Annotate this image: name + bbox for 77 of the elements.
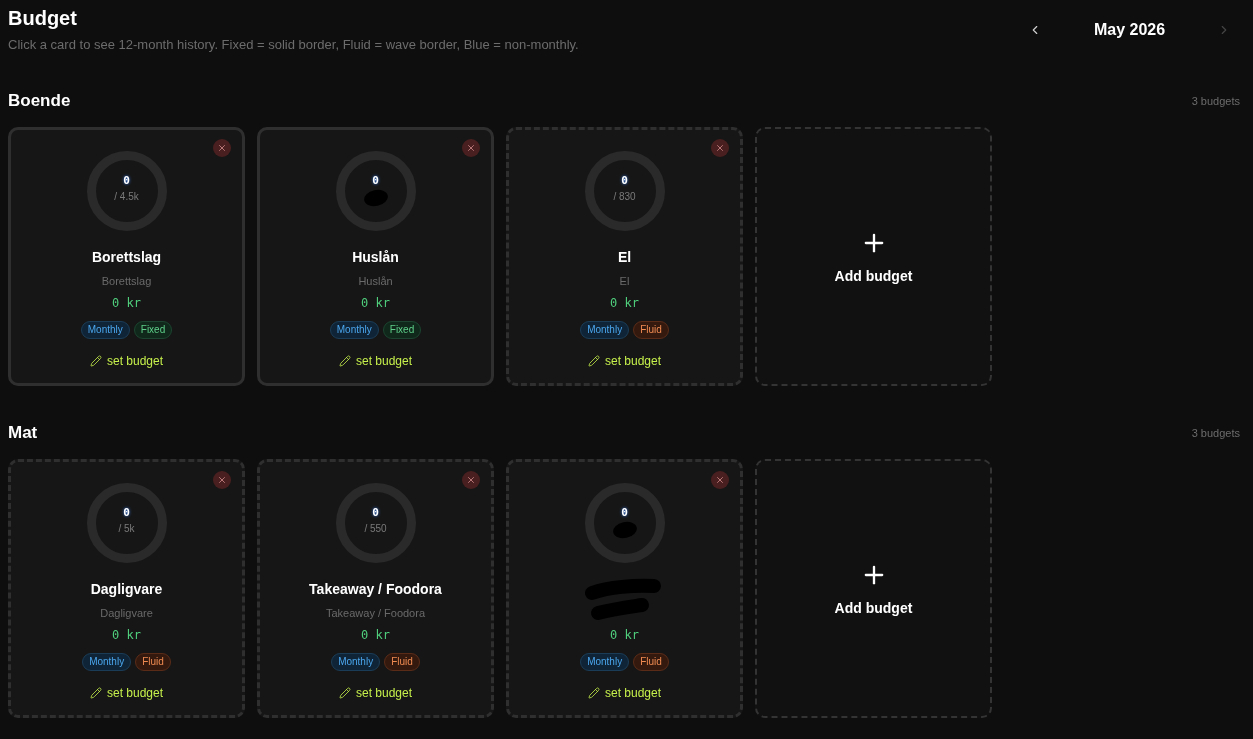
tag: Fixed [133, 321, 173, 339]
amount-value: 0 kr [361, 627, 390, 643]
amount-value: 0 kr [112, 627, 141, 643]
add-budget-card[interactable]: Add budget [755, 127, 992, 386]
budget-card[interactable]: 0 / 5k Dagligvare Dagligvare 0 kr Monthly Fluid set budget [8, 459, 245, 718]
tag: Monthly [82, 653, 132, 671]
budget-title: El [617, 248, 632, 267]
section-title: Mat [8, 422, 38, 444]
close-button[interactable] [462, 471, 480, 489]
close-icon [715, 143, 725, 153]
pencil-icon [89, 687, 102, 699]
set-budget-link[interactable]: set budget [587, 352, 661, 370]
tag: Monthly [331, 653, 381, 671]
close-button[interactable] [711, 139, 729, 157]
budget-title: Takeaway / Foodora [309, 580, 442, 599]
budget-card[interactable]: 0 / 4.5k Borettslag Borettslag 0 kr Monthly Fixed set budget [8, 127, 245, 386]
budget-card[interactable]: 0 / 550 Takeaway / Foodora Takeaway / Foodora 0 kr Monthly Fluid set budget [257, 459, 494, 718]
tag: Fluid [633, 653, 669, 671]
close-button[interactable] [213, 471, 231, 489]
add-budget-card[interactable]: Add budget [755, 459, 992, 718]
budget-title: Huslån [352, 248, 399, 267]
budget-card[interactable]: 0 Huslån Huslån 0 kr Monthly Fixed set budget [257, 127, 494, 386]
pencil-icon [587, 355, 600, 367]
pencil-icon [89, 355, 102, 367]
month-label: May 2026 [1092, 20, 1167, 40]
budget-card[interactable]: 0 / 830 El El 0 kr Monthly Fluid set budget [506, 127, 743, 386]
pencil-icon [338, 687, 351, 699]
set-budget-link[interactable]: set budget [89, 352, 163, 370]
amount-value: 0 kr [112, 295, 141, 311]
close-icon [466, 475, 476, 485]
set-budget-link[interactable]: set budget [338, 352, 412, 370]
spent-value: 0 [372, 174, 379, 187]
limit-value: / 5k [118, 523, 135, 535]
close-icon [715, 475, 725, 485]
tag: Fluid [633, 321, 669, 339]
amount-value: 0 kr [361, 295, 390, 311]
budget-count: 3 budgets [1191, 426, 1240, 441]
set-budget-link[interactable]: set budget [587, 684, 661, 702]
spent-value: 0 [123, 174, 130, 187]
set-budget-link[interactable]: set budget [89, 684, 163, 702]
limit-value: / 550 [364, 523, 387, 535]
budget-card[interactable]: 0 0 kr Monthly Fluid set budget [506, 459, 743, 718]
close-button[interactable] [462, 139, 480, 157]
tag: Fluid [135, 653, 171, 671]
limit-value: / 4.5k [114, 191, 139, 203]
page-title: Budget [8, 6, 78, 30]
tag: Monthly [580, 653, 630, 671]
amount-value: 0 kr [610, 295, 639, 311]
set-budget-link[interactable]: set budget [338, 684, 412, 702]
tag: Monthly [580, 321, 630, 339]
budget-subtitle: El [619, 274, 630, 289]
budget-title: Borettslag [91, 248, 162, 267]
tag: Fluid [384, 653, 420, 671]
close-button[interactable] [711, 471, 729, 489]
close-icon [466, 143, 476, 153]
pencil-icon [587, 687, 600, 699]
budget-subtitle: Huslån [358, 274, 393, 289]
spent-value: 0 [123, 506, 130, 519]
close-icon [217, 475, 227, 485]
tag: Monthly [329, 321, 379, 339]
budget-subtitle: Borettslag [101, 274, 152, 289]
pencil-icon [338, 355, 351, 367]
close-icon [217, 143, 227, 153]
spent-value: 0 [621, 506, 628, 519]
close-button[interactable] [213, 139, 231, 157]
budget-subtitle: Takeaway / Foodora [325, 606, 426, 621]
limit-value: / 830 [613, 191, 636, 203]
tag: Fixed [382, 321, 422, 339]
budget-subtitle: Dagligvare [100, 606, 153, 621]
spent-value: 0 [621, 174, 628, 187]
tag: Monthly [80, 321, 130, 339]
budget-title: Dagligvare [90, 580, 163, 599]
spent-value: 0 [372, 506, 379, 519]
amount-value: 0 kr [610, 627, 639, 643]
section-title: Boende [8, 90, 71, 112]
page-subtitle: Click a card to see 12-month history. Fixed = solid border, Fluid = wave border, Blue = non-monthly. [8, 36, 579, 54]
budget-count: 3 budgets [1191, 94, 1240, 109]
